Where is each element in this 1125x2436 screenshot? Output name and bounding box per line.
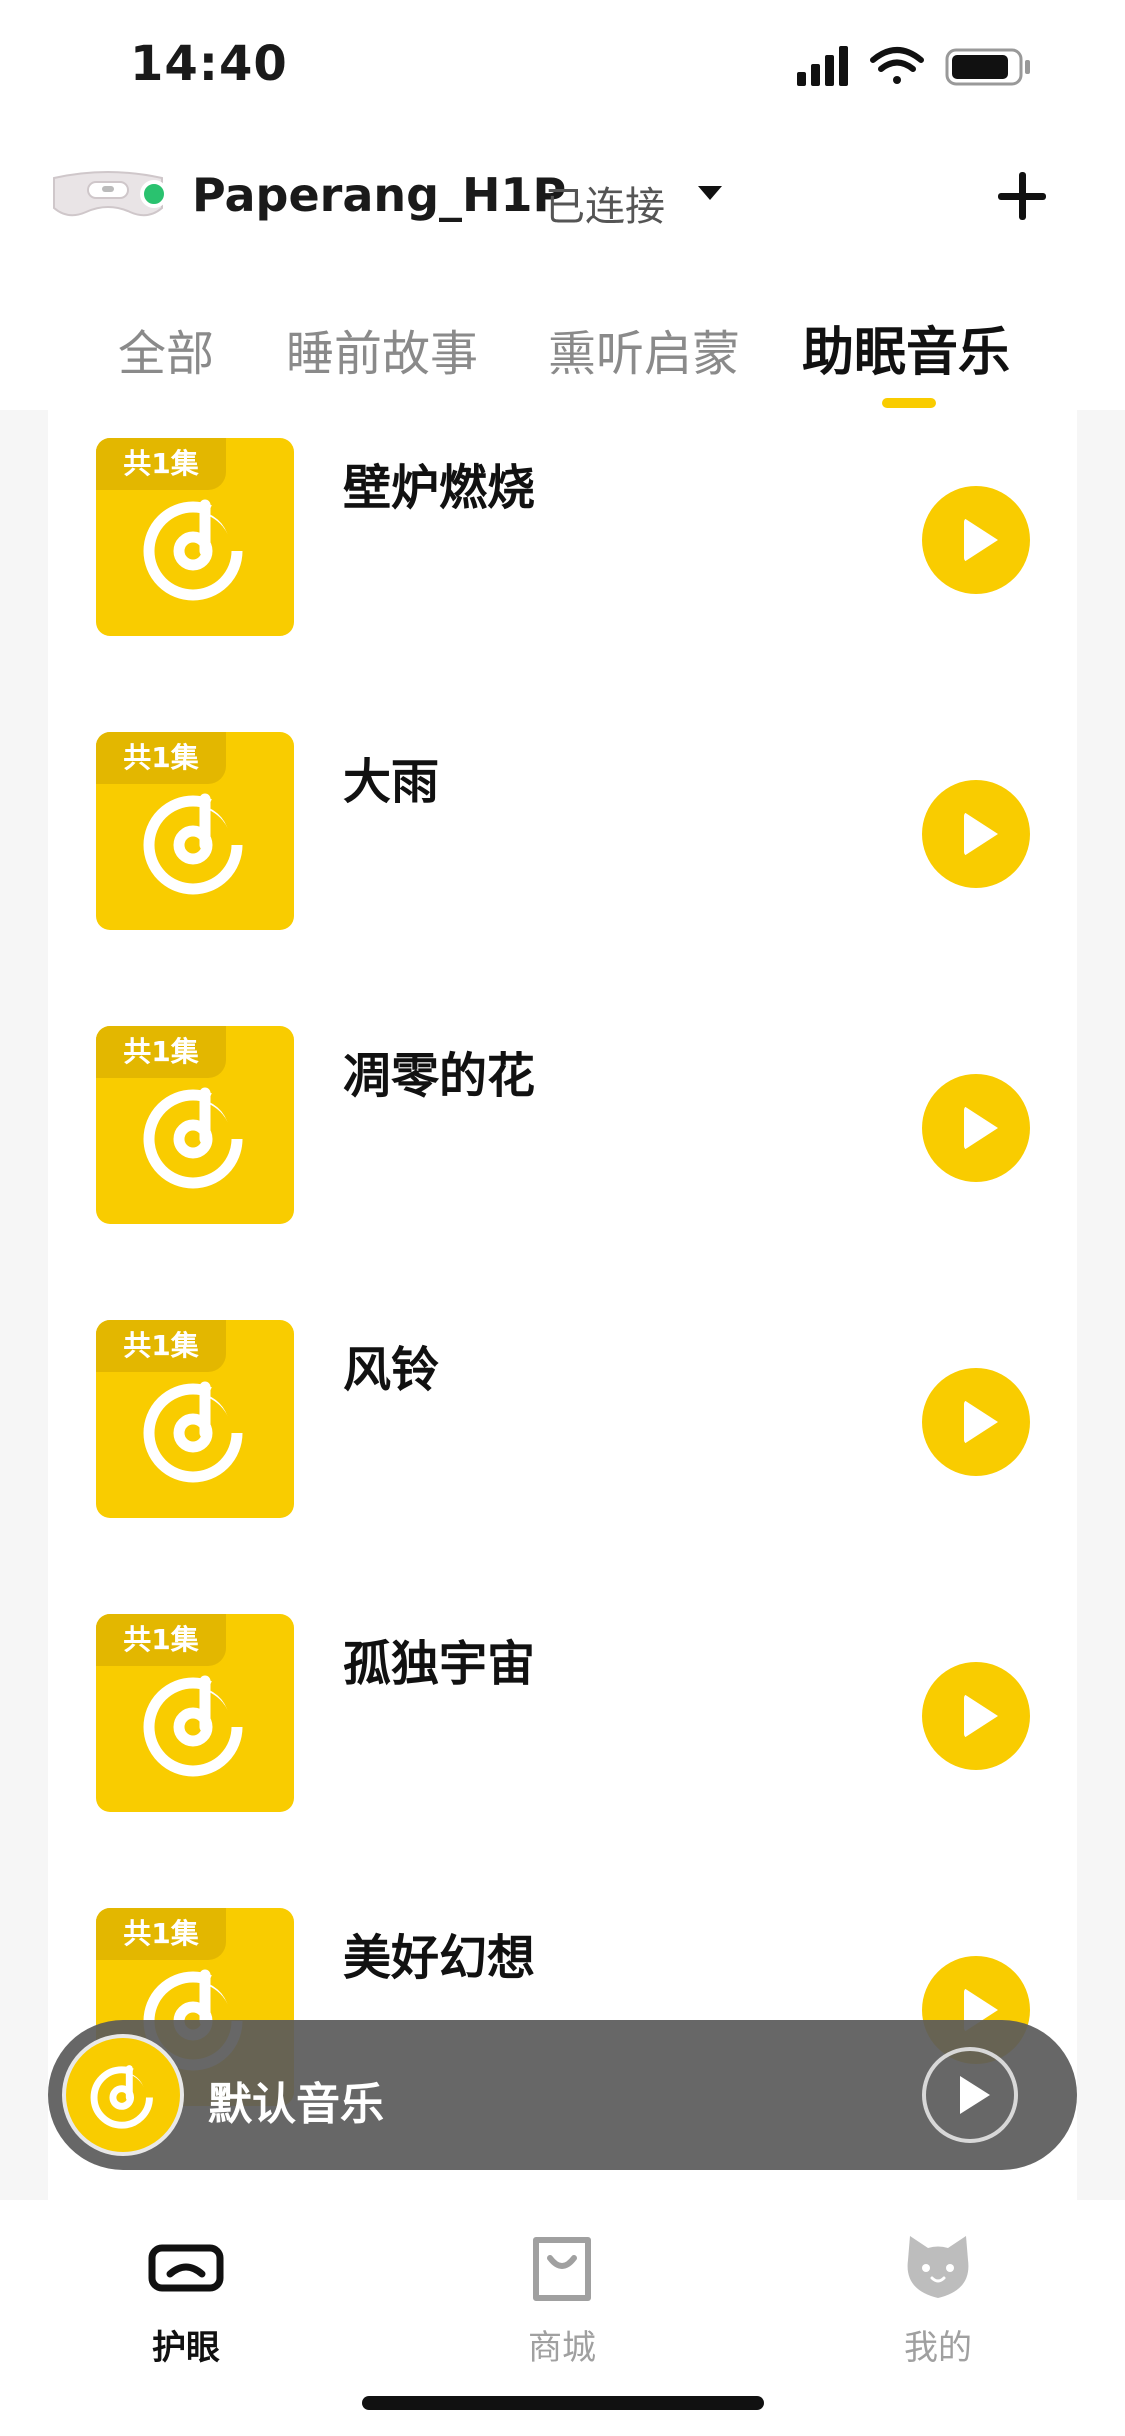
- list-item[interactable]: 共1集 大雨: [48, 704, 1077, 930]
- play-button[interactable]: [922, 1368, 1030, 1476]
- play-icon: [964, 518, 998, 562]
- music-disc-icon: [143, 499, 244, 601]
- mini-player-title[interactable]: 默认音乐: [208, 2068, 384, 2132]
- mini-player-cover[interactable]: [62, 2034, 184, 2156]
- album-cover[interactable]: 共1集: [96, 1026, 294, 1224]
- nav-profile[interactable]: 我的: [838, 2220, 1038, 2368]
- nav-label: 护眼: [152, 2328, 220, 2368]
- battery-icon: [945, 48, 1030, 86]
- nav-shop[interactable]: 商城: [462, 2220, 662, 2368]
- play-button[interactable]: [922, 1662, 1030, 1770]
- music-disc-icon: [143, 793, 244, 895]
- nav-eye-care[interactable]: 护眼: [86, 2220, 286, 2368]
- nav-label: 商城: [528, 2328, 596, 2368]
- list-item[interactable]: 共1集 风铃: [48, 1292, 1077, 1518]
- play-button[interactable]: [922, 486, 1030, 594]
- episode-count-badge: 共1集: [96, 1026, 226, 1078]
- device-selector[interactable]: Paperang_H1P 已连接: [0, 150, 1125, 240]
- album-cover[interactable]: 共1集: [96, 1614, 294, 1812]
- tab-sleep-music[interactable]: 助眠音乐: [802, 310, 1010, 385]
- play-icon: [964, 812, 998, 856]
- play-icon: [964, 1400, 998, 1444]
- episode-count-badge: 共1集: [96, 1320, 226, 1372]
- item-title[interactable]: 壁炉燃烧: [343, 448, 535, 518]
- category-tabs: 全部 睡前故事 熏听启蒙 助眠音乐: [0, 300, 1125, 410]
- episode-count-badge: 共1集: [96, 438, 226, 490]
- connection-status: 已连接: [545, 184, 665, 230]
- play-icon: [964, 1106, 998, 1150]
- album-cover[interactable]: 共1集: [96, 732, 294, 930]
- episode-count-badge: 共1集: [96, 1614, 226, 1666]
- top-bar: 14:40 Paperang_H1P 已连接 全部 睡前故事 熏听启蒙 助眠音乐: [0, 0, 1125, 410]
- tab-enlightenment[interactable]: 熏听启蒙: [548, 314, 740, 384]
- list-item[interactable]: 共1集 凋零的花: [48, 998, 1077, 1224]
- device-name[interactable]: Paperang_H1P: [192, 168, 566, 222]
- tab-bedtime-stories[interactable]: 睡前故事: [286, 314, 478, 384]
- music-disc-icon: [143, 1675, 244, 1777]
- item-title[interactable]: 大雨: [343, 742, 439, 812]
- play-button[interactable]: [922, 780, 1030, 888]
- signal-icon: [797, 46, 848, 86]
- active-tab-indicator: [882, 398, 936, 408]
- tab-all[interactable]: 全部: [118, 314, 214, 384]
- eye-mask-icon: [148, 2244, 224, 2292]
- status-icons: [797, 46, 1030, 86]
- play-button[interactable]: [922, 1074, 1030, 1182]
- status-time: 14:40: [130, 36, 288, 92]
- music-disc-icon: [90, 2065, 154, 2129]
- music-disc-icon: [143, 1087, 244, 1189]
- list-item[interactable]: 共1集 孤独宇宙: [48, 1586, 1077, 1812]
- play-icon: [960, 2076, 990, 2114]
- list-item[interactable]: 共1集 壁炉燃烧: [48, 410, 1077, 636]
- nav-label: 我的: [904, 2328, 972, 2368]
- status-bar: 14:40: [0, 0, 1125, 130]
- album-cover[interactable]: 共1集: [96, 438, 294, 636]
- mini-player-play-button[interactable]: [922, 2047, 1018, 2143]
- home-indicator[interactable]: [362, 2396, 764, 2410]
- online-status-dot: [140, 180, 168, 208]
- add-device-button[interactable]: [996, 170, 1048, 222]
- music-disc-icon: [143, 1381, 244, 1483]
- episode-count-badge: 共1集: [96, 732, 226, 784]
- play-icon: [964, 1694, 998, 1738]
- item-title[interactable]: 孤独宇宙: [343, 1624, 535, 1694]
- music-list[interactable]: 共1集 壁炉燃烧 共1集 大雨 共1集 凋零的花 共1集 风铃 共1集 孤独宇宙…: [48, 410, 1077, 2200]
- item-title[interactable]: 美好幻想: [343, 1918, 535, 1988]
- item-title[interactable]: 风铃: [343, 1330, 439, 1400]
- dropdown-arrow-icon[interactable]: [698, 186, 722, 200]
- shopping-bag-icon: [533, 2237, 591, 2301]
- album-cover[interactable]: 共1集: [96, 1320, 294, 1518]
- item-title[interactable]: 凋零的花: [343, 1036, 535, 1106]
- mini-player[interactable]: 默认音乐: [48, 2020, 1077, 2170]
- episode-count-badge: 共1集: [96, 1908, 226, 1960]
- wifi-icon: [870, 47, 924, 84]
- cat-face-icon: [907, 2236, 969, 2298]
